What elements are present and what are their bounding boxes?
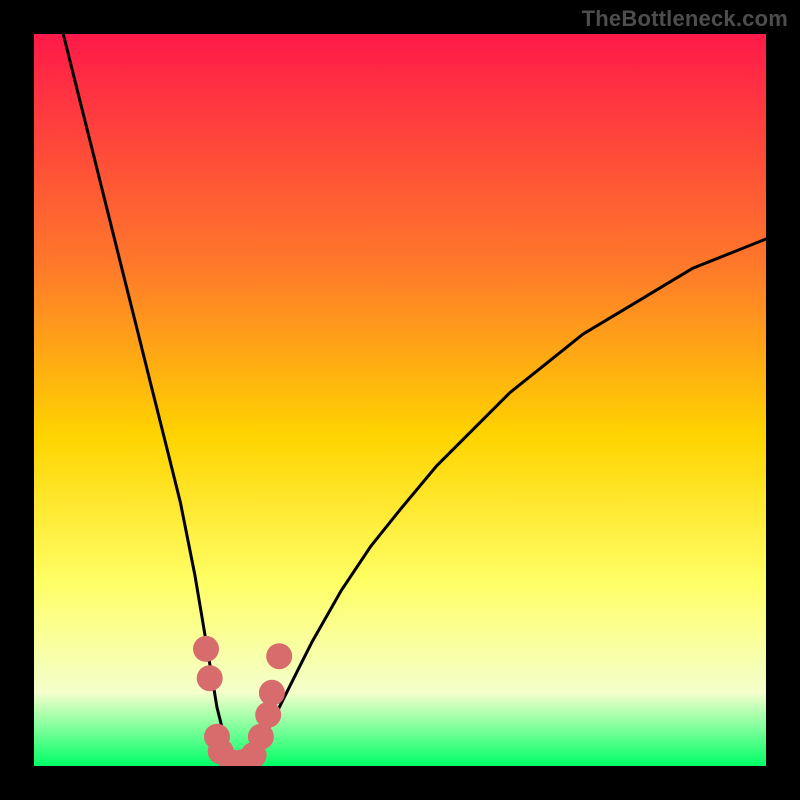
gradient-background bbox=[34, 34, 766, 766]
plot-area bbox=[34, 34, 766, 766]
curve-marker bbox=[255, 702, 281, 728]
curve-marker bbox=[266, 643, 292, 669]
chart-frame: TheBottleneck.com bbox=[0, 0, 800, 800]
curve-marker bbox=[197, 665, 223, 691]
chart-svg bbox=[34, 34, 766, 766]
curve-marker bbox=[193, 636, 219, 662]
curve-marker bbox=[259, 680, 285, 706]
watermark-text: TheBottleneck.com bbox=[582, 6, 788, 32]
